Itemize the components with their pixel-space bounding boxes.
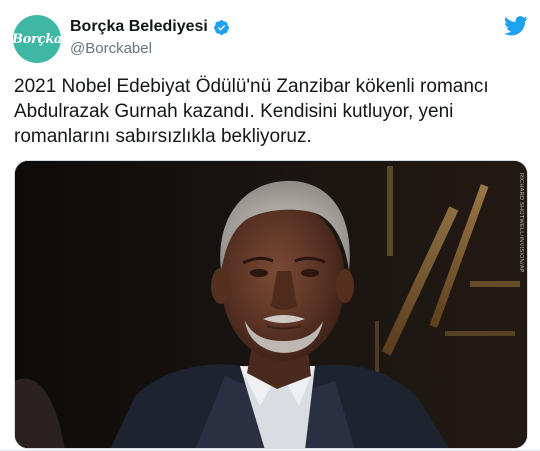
tweet-text: 2021 Nobel Edebiyat Ödülü'nü Zanzibar kö…	[14, 74, 524, 149]
author-display-name[interactable]: Borçka Belediyesi	[70, 18, 208, 36]
tweet-card: Borçka Borçka Belediyesi @Borckabel 2021…	[0, 0, 540, 451]
portrait-photo	[15, 161, 527, 448]
tweet-text-line: 2021 Nobel Edebiyat Ödülü'nü Zanzibar kö…	[14, 76, 489, 97]
tweet-media-photo[interactable]: RICHARD SHOTWELL/INVISION/AP	[14, 160, 528, 449]
author-handle[interactable]: @Borckabel	[70, 40, 152, 57]
author-name-row[interactable]: Borçka Belediyesi	[70, 18, 230, 36]
twitter-bird-icon[interactable]	[504, 16, 528, 36]
tweet-text-line: Abdulrazak Gurnah kazandı. Kendisini kut…	[14, 101, 454, 122]
avatar[interactable]: Borçka	[13, 15, 61, 63]
tweet-text-line: romanlarını sabırsızlıkla bekliyoruz.	[14, 126, 312, 147]
verified-badge-icon	[213, 19, 229, 35]
avatar-logo-text: Borçka	[13, 31, 61, 47]
photo-credit: RICHARD SHOTWELL/INVISION/AP	[518, 173, 524, 273]
